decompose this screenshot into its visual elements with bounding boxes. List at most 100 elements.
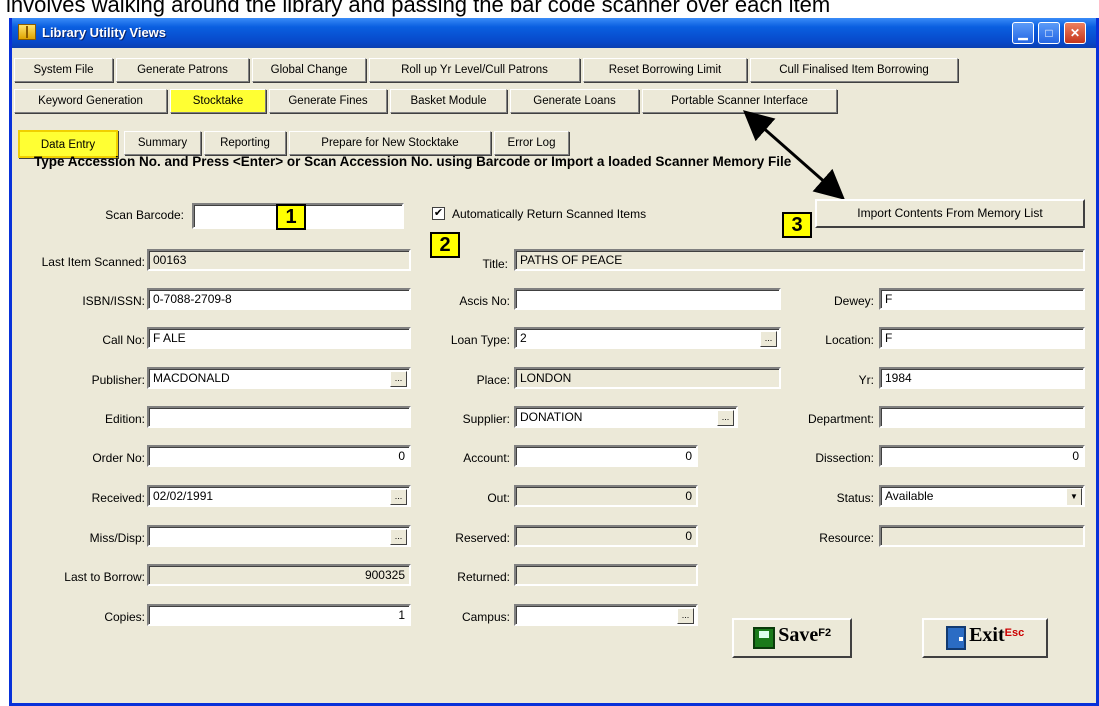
edition-field[interactable] [147,406,411,428]
ascis-no-field[interactable] [514,288,781,310]
tab-generate-fines[interactable]: Generate Fines [269,89,387,113]
tab-global-change[interactable]: Global Change [252,58,366,82]
tab-portable-scanner-interface[interactable]: Portable Scanner Interface [642,89,837,113]
received-date-button[interactable]: ... [390,489,407,505]
status-label: Status: [836,491,874,505]
import-memory-list-button[interactable]: Import Contents From Memory List [815,199,1085,228]
dewey-label: Dewey: [833,294,874,308]
instruction-text: Type Accession No. and Press <Enter> or … [34,154,792,169]
miss-disp-field[interactable]: ... [147,525,411,547]
miss-disp-label: Miss/Disp: [89,531,145,545]
tab-reset-borrowing-limit[interactable]: Reset Borrowing Limit [583,58,747,82]
yr-field[interactable]: 1984 [879,367,1085,389]
book-icon [18,24,36,40]
callout-badge-1: 1 [276,204,306,230]
ascis-no-label: Ascis No: [459,294,510,308]
exit-door-icon [945,625,966,650]
publisher-value: MACDONALD [153,371,230,385]
tab-summary[interactable]: Summary [124,131,201,155]
isbn-label: ISBN/ISSN: [82,294,145,308]
last-to-borrow-label: Last to Borrow: [64,570,145,584]
minimize-icon[interactable]: ▁ [1012,22,1034,44]
loan-type-value: 2 [520,331,527,345]
window-title: Library Utility Views [42,25,167,40]
last-to-borrow-field: 900325 [147,564,411,586]
tab-generate-patrons[interactable]: Generate Patrons [116,58,249,82]
dewey-field[interactable]: F [879,288,1085,310]
resource-label: Resource: [819,531,874,545]
order-no-field[interactable]: 0 [147,445,411,467]
received-value: 02/02/1991 [153,489,214,503]
received-field[interactable]: 02/02/1991 ... [147,485,411,507]
received-label: Received: [91,491,145,505]
save-label: Save [778,624,819,646]
returned-label: Returned: [457,570,510,584]
tab-roll-up-yr-level[interactable]: Roll up Yr Level/Cull Patrons [369,58,580,82]
yr-label: Yr: [858,373,874,387]
loan-type-label: Loan Type: [450,333,510,347]
out-label: Out: [487,491,510,505]
scan-barcode-label: Scan Barcode: [105,208,184,222]
last-item-scanned-label: Last Item Scanned: [41,255,145,269]
place-label: Place: [476,373,510,387]
exit-button[interactable]: ExitEsc [922,618,1048,658]
auto-return-checkbox[interactable]: ✔ [432,207,445,220]
dissection-label: Dissection: [815,451,874,465]
title-bar[interactable]: Library Utility Views ▁ □ ✕ [12,18,1096,48]
publisher-browse-button[interactable]: ... [390,371,407,387]
tab-reporting[interactable]: Reporting [204,131,286,155]
supplier-browse-button[interactable]: ... [717,410,734,426]
loan-type-field[interactable]: 2 ... [514,327,781,349]
tab-basket-module[interactable]: Basket Module [390,89,507,113]
reserved-label: Reserved: [455,531,510,545]
tab-generate-loans[interactable]: Generate Loans [510,89,639,113]
order-no-label: Order No: [92,451,145,465]
callout-badge-2: 2 [430,232,460,258]
tab-prepare-for-new-stocktake[interactable]: Prepare for New Stocktake [289,131,491,155]
location-field[interactable]: F [879,327,1085,349]
department-field[interactable] [879,406,1085,428]
tab-cull-finalised-item-borrowing[interactable]: Cull Finalised Item Borrowing [750,58,958,82]
title-label: Title: [482,257,508,271]
copies-field[interactable]: 1 [147,604,411,626]
miss-disp-browse-button[interactable]: ... [390,529,407,545]
returned-field [514,564,698,586]
maximize-icon[interactable]: □ [1038,22,1060,44]
reserved-field: 0 [514,525,698,547]
title-field: PATHS OF PEACE [514,249,1085,271]
copies-label: Copies: [104,610,145,624]
tab-keyword-generation[interactable]: Keyword Generation [14,89,167,113]
call-no-label: Call No: [102,333,145,347]
account-field[interactable]: 0 [514,445,698,467]
chevron-down-icon[interactable]: ▼ [1066,488,1082,505]
floppy-disk-icon [752,626,775,649]
supplier-value: DONATION [520,410,583,424]
caption-text: involves walking around the library and … [6,0,831,17]
isbn-field[interactable]: 0-7088-2709-8 [147,288,411,310]
tab-error-log[interactable]: Error Log [494,131,569,155]
campus-label: Campus: [461,610,510,624]
department-label: Department: [807,412,874,426]
location-label: Location: [825,333,874,347]
status-select[interactable]: Available ▼ [879,485,1085,507]
close-icon[interactable]: ✕ [1064,22,1086,44]
call-no-field[interactable]: F ALE [147,327,411,349]
tab-stocktake[interactable]: Stocktake [170,89,266,113]
out-field: 0 [514,485,698,507]
account-label: Account: [463,451,510,465]
supplier-label: Supplier: [462,412,510,426]
supplier-field[interactable]: DONATION ... [514,406,738,428]
place-field: LONDON [514,367,781,389]
edition-label: Edition: [104,412,145,426]
dissection-field[interactable]: 0 [879,445,1085,467]
campus-browse-button[interactable]: ... [677,608,694,624]
save-button[interactable]: SaveF2 [732,618,852,658]
auto-return-label: Automatically Return Scanned Items [452,207,647,221]
last-item-scanned-field: 00163 [147,249,411,271]
publisher-field[interactable]: MACDONALD ... [147,367,411,389]
tab-system-file[interactable]: System File [14,58,113,82]
campus-field[interactable]: ... [514,604,698,626]
save-shortcut: F2 [818,627,832,639]
publisher-label: Publisher: [91,373,145,387]
callout-badge-3: 3 [782,212,812,238]
